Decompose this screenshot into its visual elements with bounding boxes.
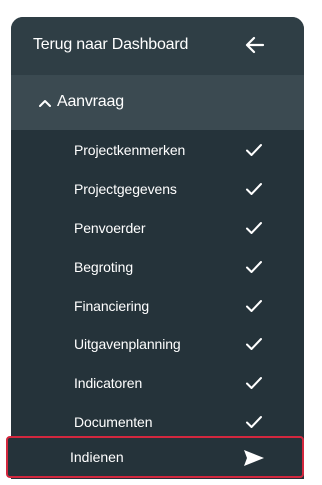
nav-item-penvoerder[interactable]: Penvoerder: [11, 209, 304, 248]
nav-item-indicatoren[interactable]: Indicatoren: [11, 364, 304, 403]
nav-item-label: Uitgavenplanning: [74, 336, 181, 353]
submit-indienen-item[interactable]: Indienen: [6, 436, 304, 478]
nav-item-label: Penvoerder: [74, 219, 146, 236]
section-aanvraag-toggle[interactable]: Aanvraag: [11, 76, 304, 130]
nav-item-label: Documenten: [74, 414, 153, 431]
check-icon: [246, 416, 262, 429]
sidebar-panel: Terug naar Dashboard Aanvraag Projectken…: [11, 17, 304, 479]
check-icon: [246, 377, 262, 390]
back-to-dashboard-link[interactable]: Terug naar Dashboard: [11, 17, 304, 76]
section-aanvraag-label: Aanvraag: [57, 93, 124, 110]
nav-item-begroting[interactable]: Begroting: [11, 248, 304, 287]
arrow-left-icon: [245, 36, 265, 54]
check-icon: [246, 299, 262, 312]
nav-item-projectgegevens[interactable]: Projectgegevens: [11, 170, 304, 209]
nav-item-label: Projectgegevens: [74, 180, 177, 197]
section-items-list: Projectkenmerken Projectgegevens Penvoer…: [11, 131, 304, 442]
send-icon: [244, 450, 264, 466]
nav-item-projectkenmerken[interactable]: Projectkenmerken: [11, 131, 304, 170]
nav-item-financiering[interactable]: Financiering: [11, 287, 304, 326]
check-icon: [246, 260, 262, 273]
nav-item-uitgavenplanning[interactable]: Uitgavenplanning: [11, 325, 304, 364]
nav-item-label: Projectkenmerken: [74, 142, 186, 158]
submit-indienen-label: Indienen: [70, 449, 124, 465]
check-icon: [246, 144, 262, 156]
nav-item-label: Begroting: [74, 258, 134, 275]
nav-item-label: Indicatoren: [74, 375, 143, 392]
check-icon: [246, 338, 262, 351]
nav-item-label: Financiering: [74, 297, 150, 314]
back-to-dashboard-label: Terug naar Dashboard: [33, 36, 189, 53]
chevron-up-icon: [39, 100, 51, 107]
check-icon: [246, 221, 262, 234]
check-icon: [246, 182, 262, 195]
